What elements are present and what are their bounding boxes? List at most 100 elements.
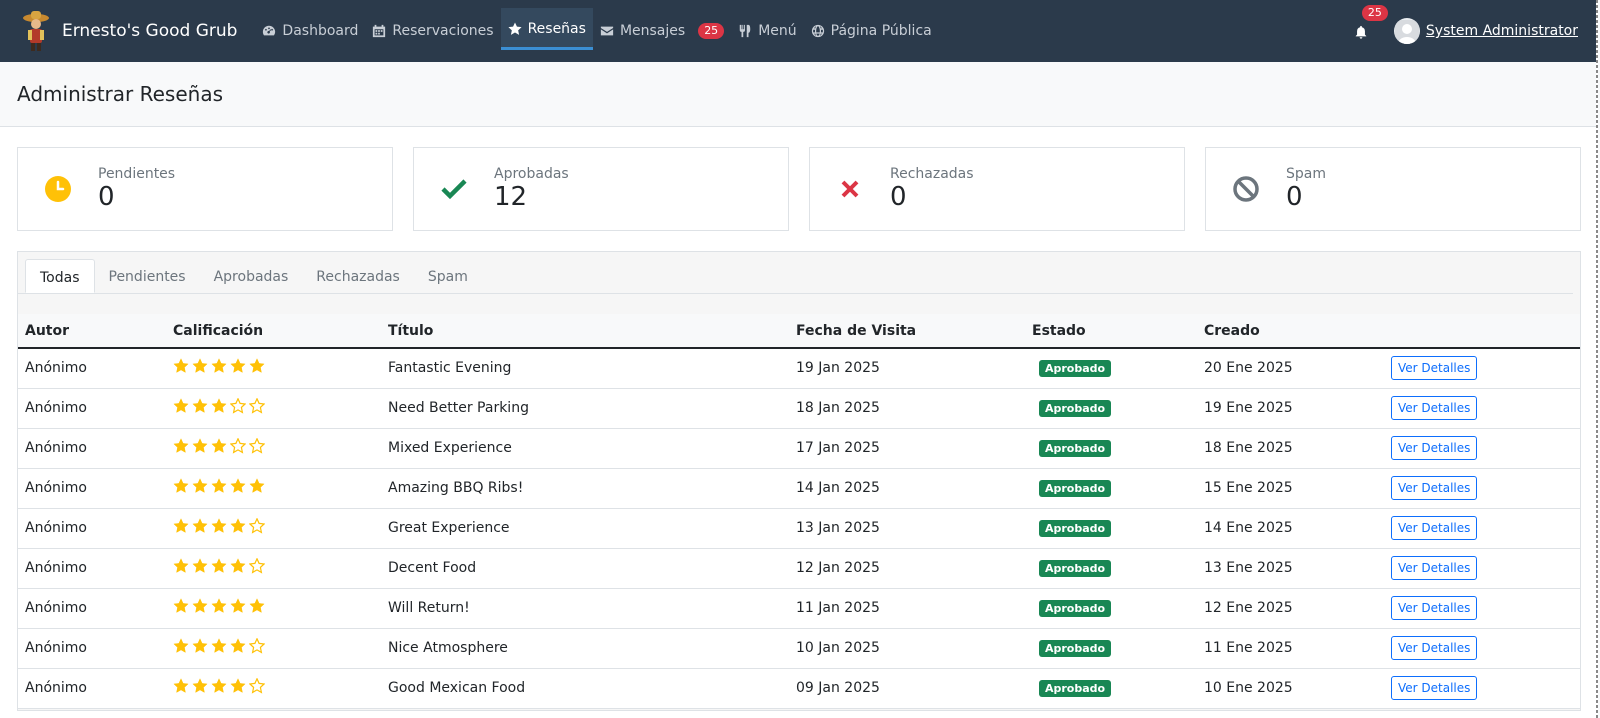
nav-item-pagina-publica[interactable]: Página Pública — [804, 0, 939, 62]
nav-item-mensajes[interactable]: Mensajes 25 — [593, 0, 731, 62]
nav-item-menu[interactable]: Menú — [731, 0, 803, 62]
cell-rating — [166, 428, 381, 469]
view-details-button[interactable]: Ver Detalles — [1391, 476, 1478, 500]
user-menu[interactable]: System Administrator — [1393, 18, 1578, 44]
star-empty-icon — [249, 678, 265, 694]
star-filled-icon — [173, 398, 189, 413]
page-title: Administrar Reseñas — [17, 82, 223, 106]
utensils-icon — [738, 24, 752, 38]
nav-label: Reseñas — [527, 21, 586, 37]
user-icon — [1394, 20, 1419, 44]
view-details-button[interactable]: Ver Detalles — [1391, 556, 1478, 580]
star-filled-icon — [173, 478, 189, 493]
status-badge: Aprobado — [1039, 479, 1112, 497]
column-header-calificacion[interactable]: Calificación — [166, 314, 381, 349]
star-filled-icon — [211, 678, 227, 693]
rating-stars — [173, 358, 265, 374]
cell-title: Need Better Parking — [381, 388, 789, 429]
column-header-fecha-visita[interactable]: Fecha de Visita — [789, 314, 1025, 349]
cell-status: Aprobado — [1025, 588, 1197, 629]
table-row: Anónimo Mixed Experience 17 Jan 2025 Aproba… — [18, 428, 1580, 469]
cell-actions: Ver Detalles — [1384, 588, 1580, 629]
tab-spam[interactable]: Spam — [414, 259, 482, 293]
status-badge: Aprobado — [1039, 559, 1112, 577]
star-filled-icon — [211, 518, 227, 533]
cell-visit-date: 10 Jan 2025 — [789, 628, 1025, 669]
tab-rechazadas[interactable]: Rechazadas — [302, 259, 414, 293]
cell-actions: Ver Detalles — [1384, 428, 1580, 469]
star-empty-icon — [249, 518, 265, 534]
star-empty-icon — [249, 438, 265, 454]
stat-value: 12 — [494, 182, 528, 212]
page: Ernesto's Good Grub Dashboard Reservacio… — [0, 0, 1598, 718]
cell-actions: Ver Detalles — [1384, 348, 1580, 389]
globe-icon — [811, 24, 825, 38]
nav-label: Mensajes — [619, 23, 686, 39]
star-filled-icon — [249, 358, 265, 374]
mascot-logo-icon — [23, 11, 49, 51]
cell-rating — [166, 628, 381, 669]
star-filled-icon — [192, 398, 208, 413]
star-filled-icon — [192, 678, 208, 693]
status-badge: Aprobado — [1039, 639, 1112, 657]
star-filled-icon — [230, 478, 246, 493]
notifications-button[interactable]: 25 — [1354, 5, 1388, 39]
view-details-button[interactable]: Ver Detalles — [1391, 676, 1478, 700]
top-navbar: Ernesto's Good Grub Dashboard Reservacio… — [0, 0, 1598, 62]
stat-card-aprobadas: Aprobadas 12 — [413, 147, 789, 231]
view-details-button[interactable]: Ver Detalles — [1391, 596, 1478, 620]
review-tabs: Todas Pendientes Aprobadas Rechazadas Sp… — [18, 252, 1573, 294]
cell-author: Anónimo — [18, 508, 166, 549]
nav-item-resenas[interactable]: Reseñas — [500, 8, 593, 50]
table-row: Anónimo Need Better Parking 18 Jan 2025 Apr… — [18, 388, 1580, 429]
star-filled-icon — [211, 358, 227, 374]
rating-stars — [173, 558, 265, 574]
check-icon — [440, 175, 468, 203]
cell-status: Aprobado — [1025, 468, 1197, 509]
view-details-button[interactable]: Ver Detalles — [1391, 636, 1478, 660]
tab-aprobadas[interactable]: Aprobadas — [200, 259, 303, 293]
column-header-autor[interactable]: Autor — [18, 314, 166, 349]
view-details-button[interactable]: Ver Detalles — [1391, 356, 1478, 381]
cell-author: Anónimo — [18, 468, 166, 509]
cell-rating — [166, 588, 381, 629]
column-header-titulo[interactable]: Título — [381, 314, 789, 349]
cell-author: Anónimo — [18, 668, 166, 709]
cell-visit-date: 12 Jan 2025 — [789, 548, 1025, 589]
cell-actions: Ver Detalles — [1384, 468, 1580, 509]
star-filled-icon — [173, 638, 189, 653]
star-empty-icon — [249, 638, 265, 654]
user-name-link[interactable]: System Administrator — [1426, 23, 1578, 39]
main-nav: Dashboard Reservaciones Reseñas Mensajes… — [255, 0, 938, 62]
tab-pendientes[interactable]: Pendientes — [95, 259, 200, 293]
cell-author: Anónimo — [18, 388, 166, 429]
view-details-button[interactable]: Ver Detalles — [1391, 436, 1478, 460]
star-filled-icon — [211, 598, 227, 613]
cell-author: Anónimo — [18, 628, 166, 669]
stats-row: Pendientes 0 Aprobadas 12 Rechazadas 0 S… — [0, 127, 1598, 231]
nav-item-reservaciones[interactable]: Reservaciones — [365, 0, 500, 62]
brand[interactable]: Ernesto's Good Grub — [20, 9, 237, 53]
cell-status: Aprobado — [1025, 628, 1197, 669]
star-filled-icon — [230, 638, 246, 653]
nav-label: Página Pública — [830, 23, 932, 39]
cell-status: Aprobado — [1025, 668, 1197, 709]
stat-label: Rechazadas — [890, 166, 974, 182]
nav-item-dashboard[interactable]: Dashboard — [255, 0, 365, 62]
star-empty-icon — [249, 398, 265, 414]
column-header-creado[interactable]: Creado — [1197, 314, 1384, 349]
star-filled-icon — [211, 638, 227, 653]
table-row: Anónimo Fantastic Evening 19 Jan 2025 Aprob… — [18, 348, 1580, 389]
reviews-panel: Todas Pendientes Aprobadas Rechazadas Sp… — [17, 251, 1581, 711]
view-details-button[interactable]: Ver Detalles — [1391, 516, 1478, 540]
star-filled-icon — [211, 438, 227, 453]
column-header-estado[interactable]: Estado — [1025, 314, 1197, 349]
status-badge: Aprobado — [1039, 439, 1112, 457]
view-details-button[interactable]: Ver Detalles — [1391, 396, 1478, 420]
rating-stars — [173, 598, 265, 614]
status-badge: Aprobado — [1039, 399, 1112, 417]
nav-label: Menú — [758, 23, 797, 39]
cell-actions: Ver Detalles — [1384, 388, 1580, 429]
x-icon — [836, 175, 864, 203]
tab-todas[interactable]: Todas — [25, 259, 95, 293]
